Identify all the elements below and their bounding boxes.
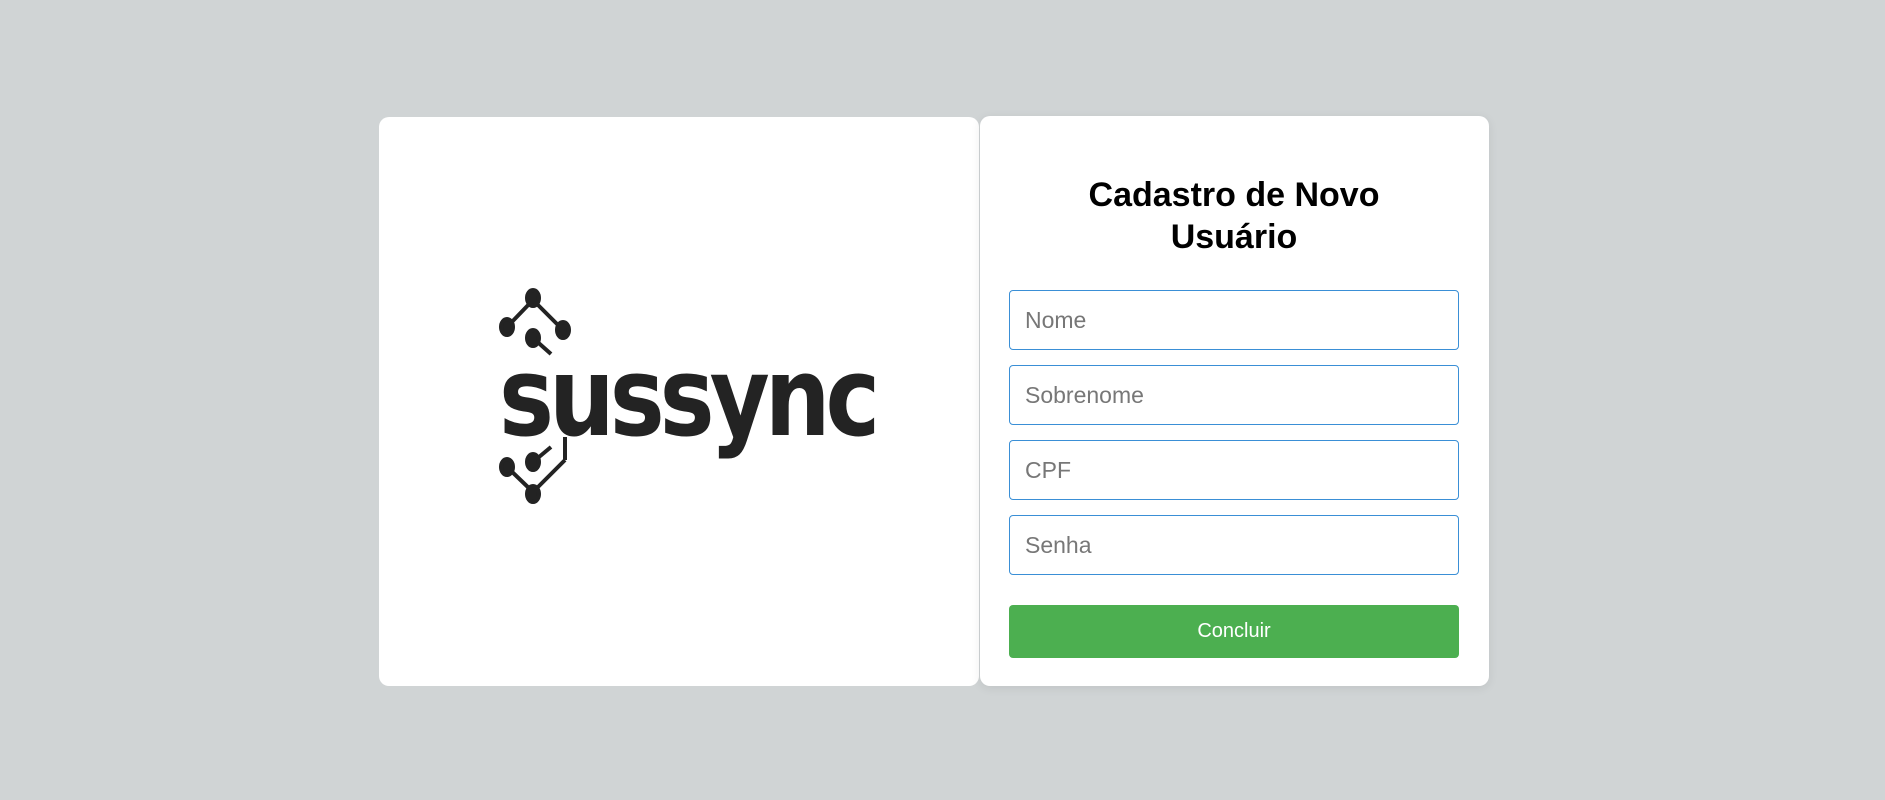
last-name-input[interactable] [1009,365,1459,425]
password-input[interactable] [1009,515,1459,575]
logo-wordmark: sussync [499,332,880,461]
first-name-input[interactable] [1009,290,1459,350]
submit-button[interactable]: Concluir [1009,605,1459,658]
page: sussync Cadastro de Novo Usuário Conclui… [0,0,1885,800]
logo-panel: sussync [379,117,979,686]
sussync-logo: sussync [499,282,880,522]
cpf-input[interactable] [1009,440,1459,500]
form-title: Cadastro de Novo Usuário [1088,176,1380,256]
signup-form-panel: Cadastro de Novo Usuário Concluir [980,116,1489,686]
